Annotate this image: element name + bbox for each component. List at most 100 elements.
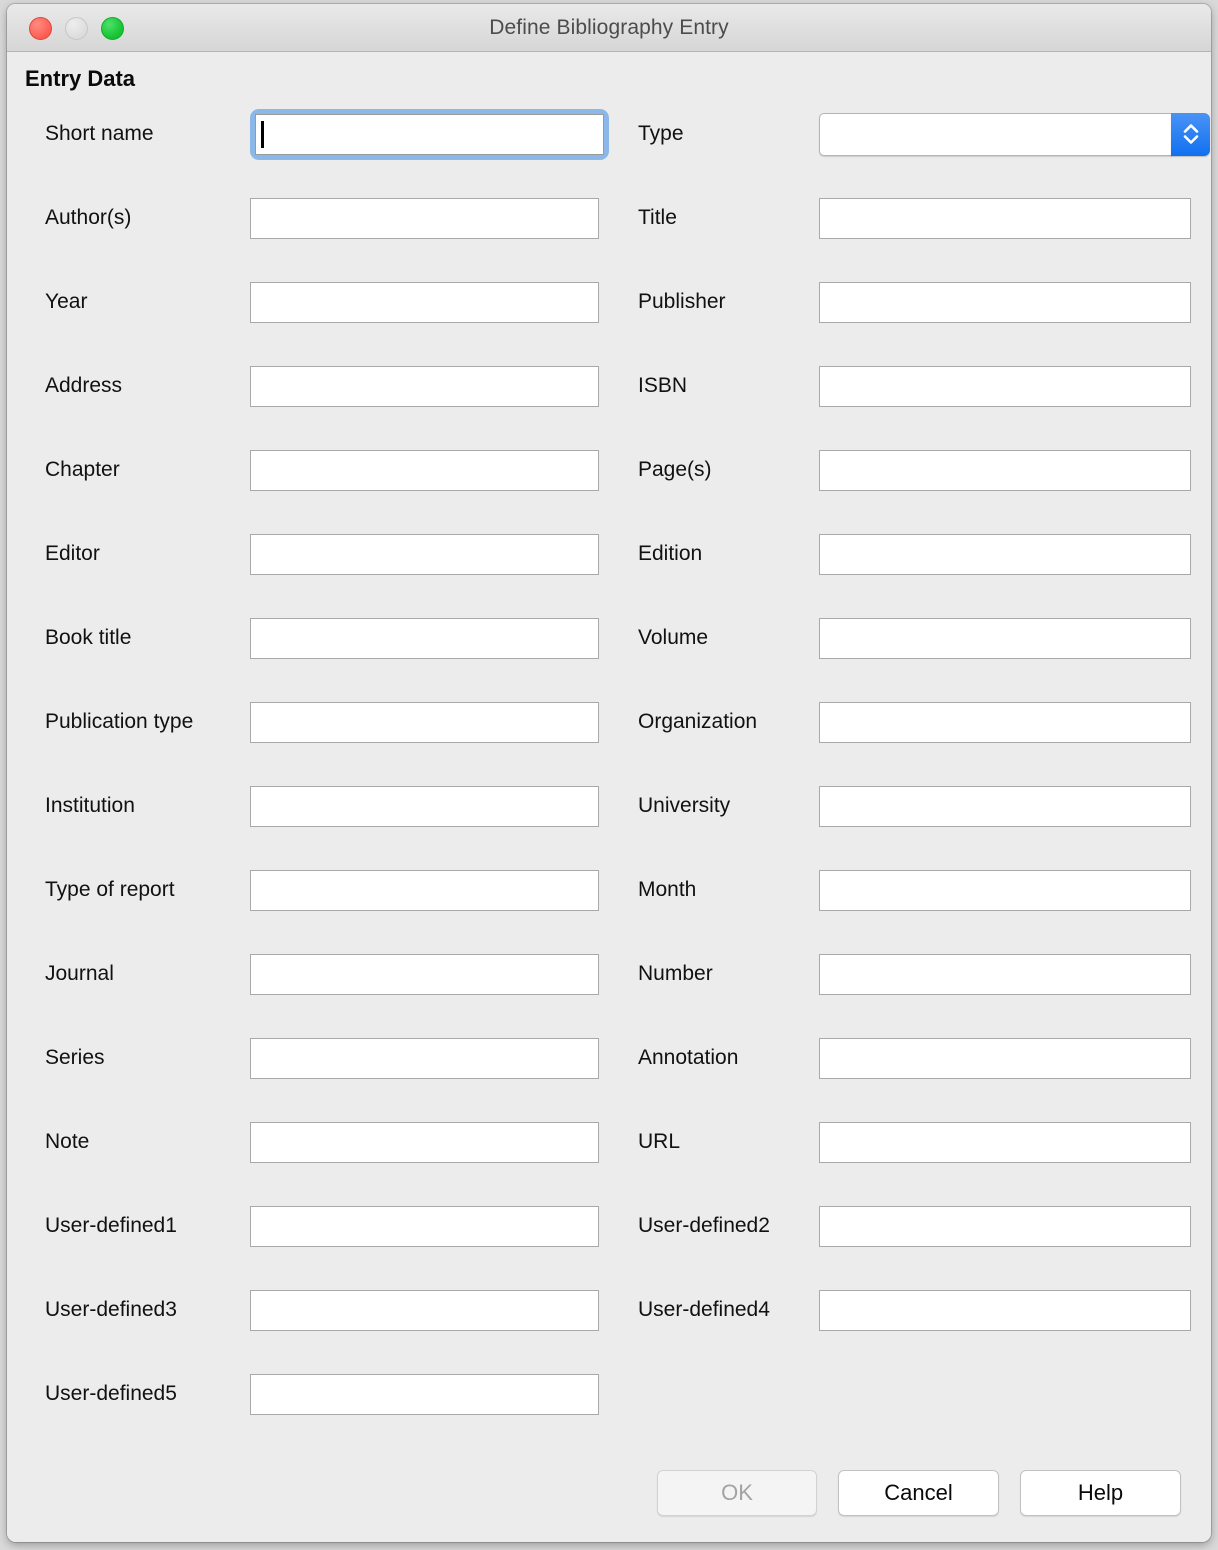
input-year[interactable] — [250, 281, 599, 323]
form-row: Short name Type — [7, 105, 1211, 189]
input-title[interactable] — [819, 197, 1191, 239]
label-pages: Page(s) — [638, 458, 712, 481]
label-address: Address — [45, 374, 123, 397]
input-user-defined1[interactable] — [250, 1205, 599, 1247]
input-user-defined3[interactable] — [250, 1289, 599, 1331]
combo-type[interactable] — [819, 112, 1210, 156]
input-user-defined2[interactable] — [819, 1205, 1191, 1247]
form-field-isbn: ISBN — [638, 357, 1198, 415]
input-note[interactable] — [250, 1121, 599, 1163]
form-field-user-defined4: User-defined4 — [638, 1281, 1198, 1339]
label-organization: Organization — [638, 710, 758, 733]
form-field-institution: Institution — [45, 777, 605, 835]
form-field-type-of-report: Type of report — [45, 861, 605, 919]
form-row: Chapter Page(s) — [7, 441, 1211, 525]
input-book-title[interactable] — [250, 617, 599, 659]
form-row: Year Publisher — [7, 273, 1211, 357]
input-user-defined5[interactable] — [250, 1373, 599, 1415]
input-publisher[interactable] — [819, 281, 1191, 323]
form-row: Type of report Month — [7, 861, 1211, 945]
label-edition: Edition — [638, 542, 703, 565]
label-short-name: Short name — [45, 122, 154, 145]
label-publisher: Publisher — [638, 290, 726, 313]
form-field-url: URL — [638, 1113, 1198, 1171]
form-row: Editor Edition — [7, 525, 1211, 609]
input-pages[interactable] — [819, 449, 1191, 491]
form-field-number: Number — [638, 945, 1198, 1003]
form-row: Publication type Organization — [7, 693, 1211, 777]
label-book-title: Book title — [45, 626, 132, 649]
label-user-defined1: User-defined1 — [45, 1214, 177, 1237]
form-field-volume: Volume — [638, 609, 1198, 667]
label-url: URL — [638, 1130, 681, 1153]
label-number: Number — [638, 962, 713, 985]
input-university[interactable] — [819, 785, 1191, 827]
form-field-user-defined2: User-defined2 — [638, 1197, 1198, 1255]
chevron-up-down-icon[interactable] — [1171, 112, 1210, 156]
label-publication-type: Publication type — [45, 710, 194, 733]
label-note: Note — [45, 1130, 90, 1153]
input-annotation[interactable] — [819, 1037, 1191, 1079]
form-field-edition: Edition — [638, 525, 1198, 583]
label-year: Year — [45, 290, 88, 313]
form-field-journal: Journal — [45, 945, 605, 1003]
label-volume: Volume — [638, 626, 709, 649]
label-university: University — [638, 794, 731, 817]
input-chapter[interactable] — [250, 449, 599, 491]
input-institution[interactable] — [250, 785, 599, 827]
help-button[interactable]: Help — [1020, 1470, 1181, 1516]
input-user-defined4[interactable] — [819, 1289, 1191, 1331]
form-field-series: Series — [45, 1029, 605, 1087]
form-field-book-title: Book title — [45, 609, 605, 667]
input-number[interactable] — [819, 953, 1191, 995]
form-field-address: Address — [45, 357, 605, 415]
dialog-window: Define Bibliography Entry Entry Data Sho… — [7, 4, 1211, 1542]
label-institution: Institution — [45, 794, 135, 817]
form-row: Institution University — [7, 777, 1211, 861]
form-field-year: Year — [45, 273, 605, 331]
input-edition[interactable] — [819, 533, 1191, 575]
input-journal[interactable] — [250, 953, 599, 995]
label-series: Series — [45, 1046, 105, 1069]
form-field-chapter: Chapter — [45, 441, 605, 499]
window-title: Define Bibliography Entry — [489, 16, 729, 39]
label-user-defined5: User-defined5 — [45, 1382, 177, 1405]
input-short-name[interactable] — [255, 113, 604, 155]
label-editor: Editor — [45, 542, 100, 565]
form-field-publication-type: Publication type — [45, 693, 605, 751]
input-type-of-report[interactable] — [250, 869, 599, 911]
section-heading: Entry Data — [25, 66, 136, 91]
input-address[interactable] — [250, 365, 599, 407]
label-user-defined3: User-defined3 — [45, 1298, 177, 1321]
form-field-note: Note — [45, 1113, 605, 1171]
input-organization[interactable] — [819, 701, 1191, 743]
form-field-type: Type — [638, 105, 1210, 163]
form-field-editor: Editor — [45, 525, 605, 583]
cancel-button[interactable]: Cancel — [838, 1470, 999, 1516]
label-isbn: ISBN — [638, 374, 688, 397]
input-url[interactable] — [819, 1121, 1191, 1163]
input-series[interactable] — [250, 1037, 599, 1079]
label-chapter: Chapter — [45, 458, 120, 481]
input-publication-type[interactable] — [250, 701, 599, 743]
form-row: Note URL — [7, 1113, 1211, 1197]
form-row: Series Annotation — [7, 1029, 1211, 1113]
window-titlebar: Define Bibliography Entry — [7, 4, 1211, 52]
form-row: Address ISBN — [7, 357, 1211, 441]
label-authors: Author(s) — [45, 206, 132, 229]
label-month: Month — [638, 878, 697, 901]
input-volume[interactable] — [819, 617, 1191, 659]
ok-button[interactable]: OK — [657, 1470, 817, 1516]
input-isbn[interactable] — [819, 365, 1191, 407]
input-editor[interactable] — [250, 533, 599, 575]
focus-ring — [250, 108, 609, 160]
label-type-of-report: Type of report — [45, 878, 175, 901]
input-month[interactable] — [819, 869, 1191, 911]
form-row: User-defined1 User-defined2 — [7, 1197, 1211, 1281]
form-field-user-defined5: User-defined5 — [45, 1365, 605, 1423]
dialog-body: Entry Data Short name Type Author(s) Title Y… — [7, 52, 1211, 1542]
form-field-title: Title — [638, 189, 1198, 247]
form-field-annotation: Annotation — [638, 1029, 1198, 1087]
input-type[interactable] — [819, 112, 1172, 156]
input-authors[interactable] — [250, 197, 599, 239]
